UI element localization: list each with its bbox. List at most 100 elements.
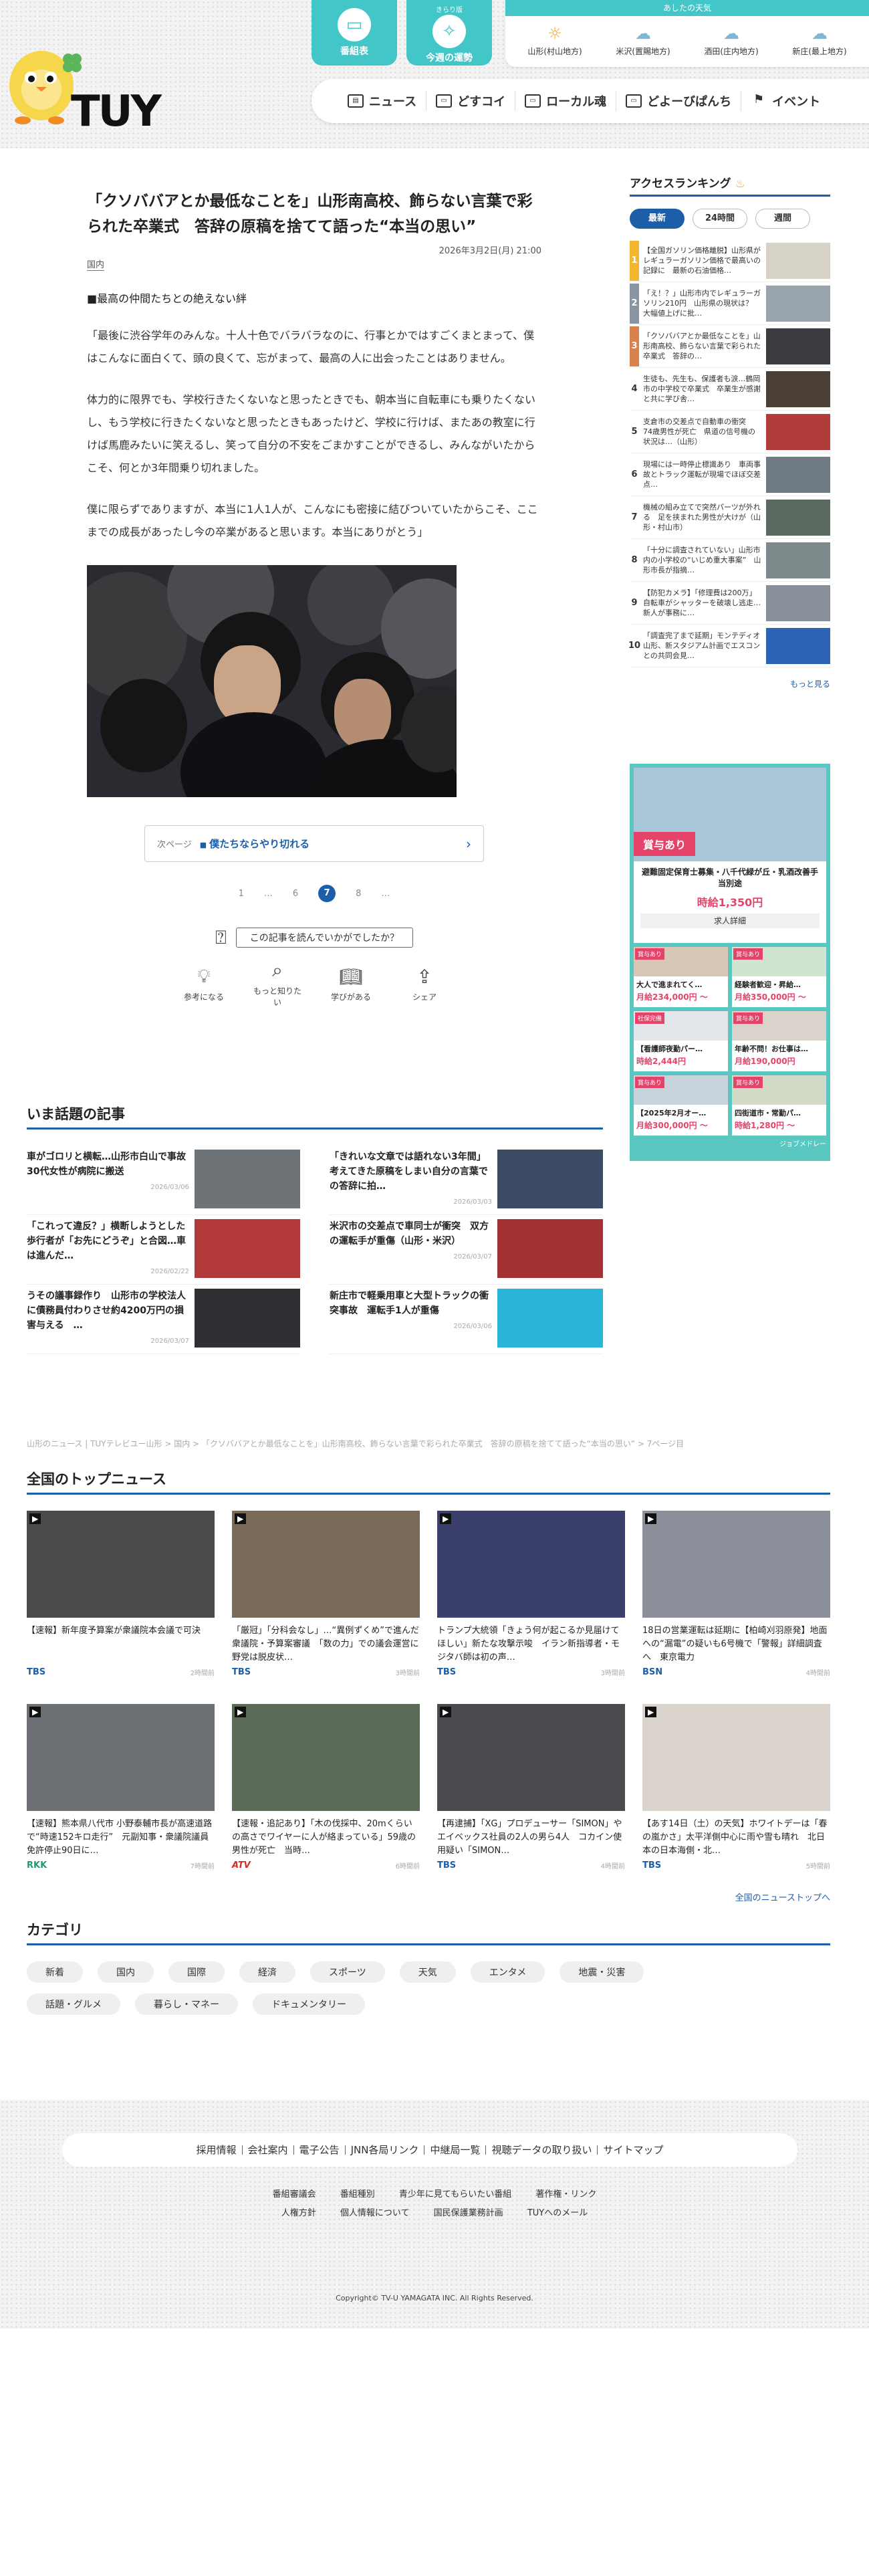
- category-chip[interactable]: ドキュメンタリー: [253, 1994, 365, 2015]
- ranking-tab-weekly[interactable]: 週間: [755, 209, 810, 229]
- nav-event[interactable]: ⚑ イベント: [741, 91, 830, 111]
- nav-local[interactable]: ▭ ローカル魂: [515, 91, 616, 111]
- ranking-item[interactable]: 2 「え！？」山形市内でレギュラーガソリン210円 山形県の現状は？ 大幅値上げに…: [630, 282, 830, 325]
- next-page-link[interactable]: 次ページ 僕たちならやり切れる ›: [144, 825, 484, 862]
- topic-item[interactable]: 車がゴロリと横転…山形市白山で事故 30代女性が病院に搬送 2026/03/06: [27, 1146, 300, 1215]
- article-date: 2026年3月2日(月) 21:00: [439, 246, 541, 256]
- weather-title: あしたの天気: [505, 0, 869, 16]
- ranking-item[interactable]: 4 生徒も、先生も、保護者も涙…鶴岡市の中学校で卒業式 卒業生が感謝と共に学び舎…: [630, 368, 830, 411]
- topic-item[interactable]: 「きれいな文章では語れない3年間」考えてきた原稿をしまい自分の言葉での答辞に拍……: [330, 1146, 603, 1215]
- footer-link[interactable]: 番組種別: [340, 2189, 375, 2199]
- site-logo[interactable]: TUY: [0, 33, 187, 136]
- job-ad[interactable]: 賞与あり 避難固定保育士募集・八千代緑が丘・乳酒改善手当別途 時給1,350円 …: [630, 764, 830, 1161]
- category-chip[interactable]: 天気: [399, 1961, 456, 1983]
- ranking-more-link[interactable]: もっと見る: [630, 678, 830, 689]
- footer-link[interactable]: 人権方針: [281, 2208, 316, 2218]
- topic-item[interactable]: うその議事録作り 山形市の学校法人に債務員付わりさせ約4200万円の損害与える …: [27, 1285, 300, 1354]
- category-chip[interactable]: 経済: [239, 1961, 295, 1983]
- news-card[interactable]: 「厳冠」「分科会なし」…“異例ずくめ”で進んだ衆議院・予算案審議 「数の力」での…: [232, 1511, 420, 1677]
- job-cell[interactable]: 賞与あり 四街道市・常勤パ… 時給1,280円 〜: [732, 1075, 826, 1136]
- news-card[interactable]: 【あす14日（土）の天気】ホワイトデーは「春の嵐かさ」太平洋側中心に雨や雪も晴れ…: [642, 1704, 830, 1870]
- article-category[interactable]: 国内: [87, 257, 105, 271]
- job-cell[interactable]: 賞与あり 大人で進まれてく… 月給234,000円 〜: [634, 947, 728, 1007]
- news-card[interactable]: トランプ大統領「きょう何が起こるか見届けてほしい」新たな攻撃示唆 イラン新指導者…: [437, 1511, 625, 1677]
- weather-item-yonezawa[interactable]: ☁ 米沢(置賜地方): [603, 21, 683, 57]
- ranking-item[interactable]: 6 現場には一時停止標識あり 車両事故とトラック運転が現場でほぼ交差点…: [630, 453, 830, 496]
- cloud-icon: ☁: [723, 24, 739, 43]
- ranking-item[interactable]: 3 「クソババアとか最低なことを」山形南高校、飾らない言葉で彩られた卒業式 答辞の…: [630, 325, 830, 368]
- share-button[interactable]: ⇪ シェア: [398, 960, 451, 1008]
- ranking-tab-latest[interactable]: 最新: [630, 209, 685, 229]
- category-chip[interactable]: 新着: [27, 1961, 83, 1983]
- nav-doyobi[interactable]: ▭ どよーびぱんち: [616, 91, 741, 111]
- ranking-item[interactable]: 9 【防犯カメラ】「修理費は200万」自転車がシャッターを破壊し逃走…新人が事務に…: [630, 582, 830, 625]
- ranking-item[interactable]: 1 【全国ガソリン価格離脱】山形県がレギュラーガソリン価格で最高いの記録に 最新の…: [630, 239, 830, 282]
- category-chip[interactable]: 国内: [98, 1961, 154, 1983]
- fortune-button[interactable]: きらり版 ✧ 今週の運勢: [406, 0, 492, 66]
- article-paragraph: 僕に限らずでありますが、本当に1人1人が、こんなにも密接に結びついていたからこそ…: [87, 503, 538, 538]
- topic-item[interactable]: 「これって違反？」横断しようとした歩行者が「お先にどうぞ」と合図…車は進んだ… 2…: [27, 1215, 300, 1285]
- schedule-button[interactable]: ▭ 番組表: [312, 0, 397, 66]
- topic-item[interactable]: 新庄市で軽乗用車と大型トラックの衝突事故 運転手1人が重傷 2026/03/06: [330, 1285, 603, 1354]
- breadcrumb[interactable]: 山形のニュース | TUYテレビユー山形 > 国内 > 「クソババアとか最低なこ…: [27, 1438, 684, 1449]
- category-chip[interactable]: 暮らし・マネー: [135, 1994, 238, 2015]
- reaction-learn-button[interactable]: 📖︎ 学びがある: [324, 960, 378, 1008]
- footer-link[interactable]: TUYへのメール: [527, 2208, 588, 2218]
- footer-link[interactable]: 著作権・リンク: [535, 2189, 596, 2199]
- news-card[interactable]: 【速報・追記あり】「木の伐採中、20mくらいの高さでワイヤーに人が絡まっている」…: [232, 1704, 420, 1870]
- access-ranking: アクセスランキング ♨ 最新 24時間 週間 1 【全国ガソリン価格離脱】山形県が…: [628, 174, 830, 689]
- horoscope-icon: ✧: [432, 15, 466, 48]
- news-card[interactable]: 【再逮捕】「XG」プロデューサー「SIMON」やエイベックス社員の2人の男ら4人…: [437, 1704, 625, 1870]
- weather-item-yamagata[interactable]: ☼ 山形(村山地方): [515, 21, 595, 57]
- news-card[interactable]: 【速報】熊本県八代市 小野泰輔市長が高速道路で“時速152キロ走行” 元副知事・…: [27, 1704, 215, 1870]
- footer-link[interactable]: 採用情報: [191, 2145, 242, 2155]
- category-chip[interactable]: 地震・災害: [560, 1961, 644, 1983]
- page-link[interactable]: 8: [356, 889, 361, 899]
- page-link[interactable]: 6: [293, 889, 298, 899]
- footer-link[interactable]: 視聴データの取り扱い: [485, 2145, 597, 2155]
- weather-widget[interactable]: あしたの天気 ☼ 山形(村山地方) ☁ 米沢(置賜地方) ☁ 酒田(庄内地方) ☁ 新庄…: [505, 0, 869, 67]
- category-chip[interactable]: 国際: [168, 1961, 225, 1983]
- job-detail-button[interactable]: 求人詳細: [640, 914, 820, 928]
- ranking-item[interactable]: 8 「十分に調査されていない」山形市内の小学校の“いじめ重大事案” 山形市長が指摘…: [630, 539, 830, 582]
- video-thumb: [27, 1511, 215, 1618]
- weather-item-sakata[interactable]: ☁ 酒田(庄内地方): [691, 21, 771, 57]
- nav-dosukoi[interactable]: ▭ どすコイ: [426, 91, 515, 111]
- nav-news[interactable]: ▤ ニュース: [338, 91, 426, 111]
- topic-thumb: [195, 1289, 300, 1348]
- page-link[interactable]: 1: [239, 889, 244, 899]
- ranking-item[interactable]: 10 「調査完了まで延期」モンテディオ山形、新スタジアム計画でエスコンとの共同会見…: [628, 625, 830, 667]
- book-icon: 📖︎: [339, 966, 363, 987]
- footer-link[interactable]: 国民保護業務計画: [434, 2208, 503, 2218]
- reaction-helpful-button[interactable]: 💡︎ 参考になる: [177, 960, 231, 1008]
- news-card[interactable]: 【速報】新年度予算案が衆議院本会議で可決TBS2時間前: [27, 1511, 215, 1677]
- footer-link[interactable]: サイトマップ: [597, 2145, 668, 2155]
- category-chip[interactable]: エンタメ: [470, 1961, 545, 1983]
- page-current[interactable]: 7: [318, 885, 336, 902]
- reaction-more-button[interactable]: ⌕ もっと知りたい: [251, 960, 304, 1008]
- ranking-item[interactable]: 5 支倉市の交差点で自動車の衝突 74歳男性が死亡 県道の信号機の状況は…（山形）: [630, 411, 830, 453]
- category-chip[interactable]: スポーツ: [310, 1961, 385, 1983]
- video-thumb: [437, 1704, 625, 1811]
- footer-link[interactable]: 番組審議会: [273, 2189, 316, 2199]
- footer-link[interactable]: 会社案内: [241, 2145, 293, 2155]
- all-news-link[interactable]: 全国のニューストップへ: [27, 1891, 830, 1903]
- footer-link[interactable]: 電子公告: [293, 2145, 345, 2155]
- job-cell[interactable]: 賞与あり 年齢不問！お仕事は… 月給190,000円: [732, 1011, 826, 1071]
- news-card[interactable]: 18日の営業運転は延期に【柏崎刈羽原発】地面への“漏電”の疑いも6号機で「警報」…: [642, 1511, 830, 1677]
- topic-item[interactable]: 米沢市の交差点で車同士が衝突 双方の運転手が重傷（山形・米沢） 2026/03/0…: [330, 1215, 603, 1285]
- weather-item-shinjo[interactable]: ☁ 新庄(最上地方): [779, 21, 860, 57]
- footer-link[interactable]: 青少年に見てもらいたい番組: [399, 2189, 511, 2199]
- category-chip[interactable]: 話題・グルメ: [27, 1994, 120, 2015]
- job-cell[interactable]: 賞与あり 【2025年2月オー… 月給300,000円 〜: [634, 1075, 728, 1136]
- job-cell[interactable]: 賞与あり 経験者歓迎・昇給… 月給350,000円 〜: [732, 947, 826, 1007]
- job-featured[interactable]: 賞与あり 避難固定保育士募集・八千代緑が丘・乳酒改善手当別途 時給1,350円 …: [634, 768, 826, 943]
- job-cell[interactable]: 社保完備 【看護師夜勤パー… 時給2,444円: [634, 1011, 728, 1071]
- ranking-item[interactable]: 7 機械の組み立てで突然パーツが外れる 足を挟まれた男性が大けが（山形・村山市）: [630, 496, 830, 539]
- footer-link[interactable]: 個人情報について: [340, 2208, 410, 2218]
- job-photo: 賞与あり: [634, 768, 826, 861]
- footer-link[interactable]: 中継局一覧: [424, 2145, 485, 2155]
- ranking-tab-24h[interactable]: 24時間: [693, 209, 747, 229]
- footer-link[interactable]: JNN各局リンク: [344, 2145, 424, 2155]
- video-thumb: [437, 1511, 625, 1618]
